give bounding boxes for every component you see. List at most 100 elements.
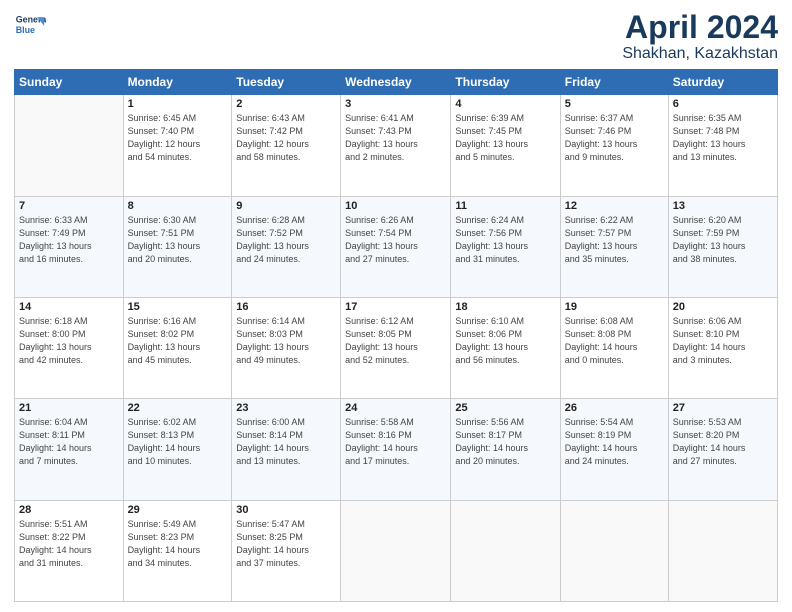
calendar-cell: 16 Sunrise: 6:14 AMSunset: 8:03 PMDayligh… — [232, 297, 341, 398]
day-info: Sunrise: 5:49 AMSunset: 8:23 PMDaylight:… — [128, 518, 228, 570]
day-info: Sunrise: 6:00 AMSunset: 8:14 PMDaylight:… — [236, 416, 336, 468]
day-info: Sunrise: 5:54 AMSunset: 8:19 PMDaylight:… — [565, 416, 664, 468]
day-number: 8 — [128, 200, 228, 212]
calendar-cell: 23 Sunrise: 6:00 AMSunset: 8:14 PMDayligh… — [232, 399, 341, 500]
main-title: April 2024 — [622, 10, 778, 45]
day-info: Sunrise: 6:39 AMSunset: 7:45 PMDaylight:… — [455, 112, 555, 164]
calendar-cell: 19 Sunrise: 6:08 AMSunset: 8:08 PMDayligh… — [560, 297, 668, 398]
calendar-cell: 5 Sunrise: 6:37 AMSunset: 7:46 PMDaylight… — [560, 95, 668, 196]
day-info: Sunrise: 6:02 AMSunset: 8:13 PMDaylight:… — [128, 416, 228, 468]
day-number: 10 — [345, 200, 446, 212]
day-info: Sunrise: 6:26 AMSunset: 7:54 PMDaylight:… — [345, 214, 446, 266]
day-number: 5 — [565, 98, 664, 110]
day-number: 29 — [128, 504, 228, 516]
day-number: 20 — [673, 301, 773, 313]
day-number: 23 — [236, 402, 336, 414]
calendar-cell: 20 Sunrise: 6:06 AMSunset: 8:10 PMDayligh… — [668, 297, 777, 398]
calendar-week-4: 21Sunrise: 6:04 AMSunset: 8:11 PMDayligh… — [15, 399, 778, 500]
calendar-header: SundayMondayTuesdayWednesdayThursdayFrid… — [15, 70, 778, 95]
calendar-cell: 14 Sunrise: 6:18 AMSunset: 8:00 PMDayligh… — [15, 297, 124, 398]
weekday-header-thursday: Thursday — [451, 70, 560, 95]
weekday-header-saturday: Saturday — [668, 70, 777, 95]
day-info: Sunrise: 6:33 AMSunset: 7:49 PMDaylight:… — [19, 214, 119, 266]
calendar-cell: 11 Sunrise: 6:24 AMSunset: 7:56 PMDayligh… — [451, 196, 560, 297]
day-number: 9 — [236, 200, 336, 212]
header: General Blue April 2024 Shakhan, Kazakhs… — [14, 10, 778, 63]
calendar-cell: 17 Sunrise: 6:12 AMSunset: 8:05 PMDayligh… — [341, 297, 451, 398]
calendar-cell: 22 Sunrise: 6:02 AMSunset: 8:13 PMDayligh… — [123, 399, 232, 500]
title-block: April 2024 Shakhan, Kazakhstan — [622, 10, 778, 63]
day-info: Sunrise: 5:47 AMSunset: 8:25 PMDaylight:… — [236, 518, 336, 570]
weekday-header-friday: Friday — [560, 70, 668, 95]
calendar-cell: 9 Sunrise: 6:28 AMSunset: 7:52 PMDaylight… — [232, 196, 341, 297]
calendar-cell: 28Sunrise: 5:51 AMSunset: 8:22 PMDayligh… — [15, 500, 124, 601]
calendar-cell: 6Sunrise: 6:35 AMSunset: 7:48 PMDaylight… — [668, 95, 777, 196]
logo: General Blue — [14, 10, 46, 42]
day-info: Sunrise: 6:28 AMSunset: 7:52 PMDaylight:… — [236, 214, 336, 266]
calendar-cell: 15Sunrise: 6:16 AMSunset: 8:02 PMDayligh… — [123, 297, 232, 398]
day-number: 11 — [455, 200, 555, 212]
weekday-header-sunday: Sunday — [15, 70, 124, 95]
day-number: 17 — [345, 301, 446, 313]
calendar-cell: 27Sunrise: 5:53 AMSunset: 8:20 PMDayligh… — [668, 399, 777, 500]
day-number: 12 — [565, 200, 664, 212]
calendar-cell — [15, 95, 124, 196]
weekday-header-monday: Monday — [123, 70, 232, 95]
day-info: Sunrise: 6:30 AMSunset: 7:51 PMDaylight:… — [128, 214, 228, 266]
calendar-cell: 4 Sunrise: 6:39 AMSunset: 7:45 PMDaylight… — [451, 95, 560, 196]
svg-text:Blue: Blue — [16, 25, 35, 35]
calendar-cell: 10 Sunrise: 6:26 AMSunset: 7:54 PMDayligh… — [341, 196, 451, 297]
day-number: 22 — [128, 402, 228, 414]
day-info: Sunrise: 6:24 AMSunset: 7:56 PMDaylight:… — [455, 214, 555, 266]
day-info: Sunrise: 6:35 AMSunset: 7:48 PMDaylight:… — [673, 112, 773, 164]
day-number: 4 — [455, 98, 555, 110]
calendar-cell: 24Sunrise: 5:58 AMSunset: 8:16 PMDayligh… — [341, 399, 451, 500]
day-info: Sunrise: 6:45 AMSunset: 7:40 PMDaylight:… — [128, 112, 228, 164]
calendar-cell — [560, 500, 668, 601]
weekday-row: SundayMondayTuesdayWednesdayThursdayFrid… — [15, 70, 778, 95]
page: General Blue April 2024 Shakhan, Kazakhs… — [0, 0, 792, 612]
day-info: Sunrise: 6:41 AMSunset: 7:43 PMDaylight:… — [345, 112, 446, 164]
day-info: Sunrise: 6:12 AMSunset: 8:05 PMDaylight:… — [345, 315, 446, 367]
day-info: Sunrise: 5:56 AMSunset: 8:17 PMDaylight:… — [455, 416, 555, 468]
day-number: 3 — [345, 98, 446, 110]
day-info: Sunrise: 6:22 AMSunset: 7:57 PMDaylight:… — [565, 214, 664, 266]
calendar-cell — [341, 500, 451, 601]
calendar-table: SundayMondayTuesdayWednesdayThursdayFrid… — [14, 69, 778, 602]
day-info: Sunrise: 6:08 AMSunset: 8:08 PMDaylight:… — [565, 315, 664, 367]
day-info: Sunrise: 5:51 AMSunset: 8:22 PMDaylight:… — [19, 518, 119, 570]
calendar-cell: 30 Sunrise: 5:47 AMSunset: 8:25 PMDayligh… — [232, 500, 341, 601]
day-info: Sunrise: 6:06 AMSunset: 8:10 PMDaylight:… — [673, 315, 773, 367]
logo-icon: General Blue — [14, 10, 46, 42]
day-number: 13 — [673, 200, 773, 212]
day-info: Sunrise: 6:18 AMSunset: 8:00 PMDaylight:… — [19, 315, 119, 367]
day-number: 1 — [128, 98, 228, 110]
calendar-cell: 8 Sunrise: 6:30 AMSunset: 7:51 PMDaylight… — [123, 196, 232, 297]
calendar-cell — [668, 500, 777, 601]
calendar-week-2: 7 Sunrise: 6:33 AMSunset: 7:49 PMDaylight… — [15, 196, 778, 297]
day-number: 15 — [128, 301, 228, 313]
calendar-cell: 18Sunrise: 6:10 AMSunset: 8:06 PMDayligh… — [451, 297, 560, 398]
calendar-cell: 29 Sunrise: 5:49 AMSunset: 8:23 PMDayligh… — [123, 500, 232, 601]
day-info: Sunrise: 6:14 AMSunset: 8:03 PMDaylight:… — [236, 315, 336, 367]
day-number: 19 — [565, 301, 664, 313]
calendar-cell: 25 Sunrise: 5:56 AMSunset: 8:17 PMDayligh… — [451, 399, 560, 500]
calendar-week-1: 1 Sunrise: 6:45 AMSunset: 7:40 PMDaylight… — [15, 95, 778, 196]
day-info: Sunrise: 6:37 AMSunset: 7:46 PMDaylight:… — [565, 112, 664, 164]
calendar-cell: 21Sunrise: 6:04 AMSunset: 8:11 PMDayligh… — [15, 399, 124, 500]
day-number: 7 — [19, 200, 119, 212]
day-number: 16 — [236, 301, 336, 313]
weekday-header-wednesday: Wednesday — [341, 70, 451, 95]
calendar-body: 1 Sunrise: 6:45 AMSunset: 7:40 PMDaylight… — [15, 95, 778, 602]
day-info: Sunrise: 6:10 AMSunset: 8:06 PMDaylight:… — [455, 315, 555, 367]
day-number: 25 — [455, 402, 555, 414]
calendar-week-5: 28Sunrise: 5:51 AMSunset: 8:22 PMDayligh… — [15, 500, 778, 601]
day-info: Sunrise: 6:20 AMSunset: 7:59 PMDaylight:… — [673, 214, 773, 266]
day-number: 30 — [236, 504, 336, 516]
calendar-cell: 13 Sunrise: 6:20 AMSunset: 7:59 PMDayligh… — [668, 196, 777, 297]
calendar-cell: 3 Sunrise: 6:41 AMSunset: 7:43 PMDaylight… — [341, 95, 451, 196]
day-info: Sunrise: 5:53 AMSunset: 8:20 PMDaylight:… — [673, 416, 773, 468]
day-number: 14 — [19, 301, 119, 313]
day-info: Sunrise: 6:04 AMSunset: 8:11 PMDaylight:… — [19, 416, 119, 468]
calendar-cell: 26Sunrise: 5:54 AMSunset: 8:19 PMDayligh… — [560, 399, 668, 500]
